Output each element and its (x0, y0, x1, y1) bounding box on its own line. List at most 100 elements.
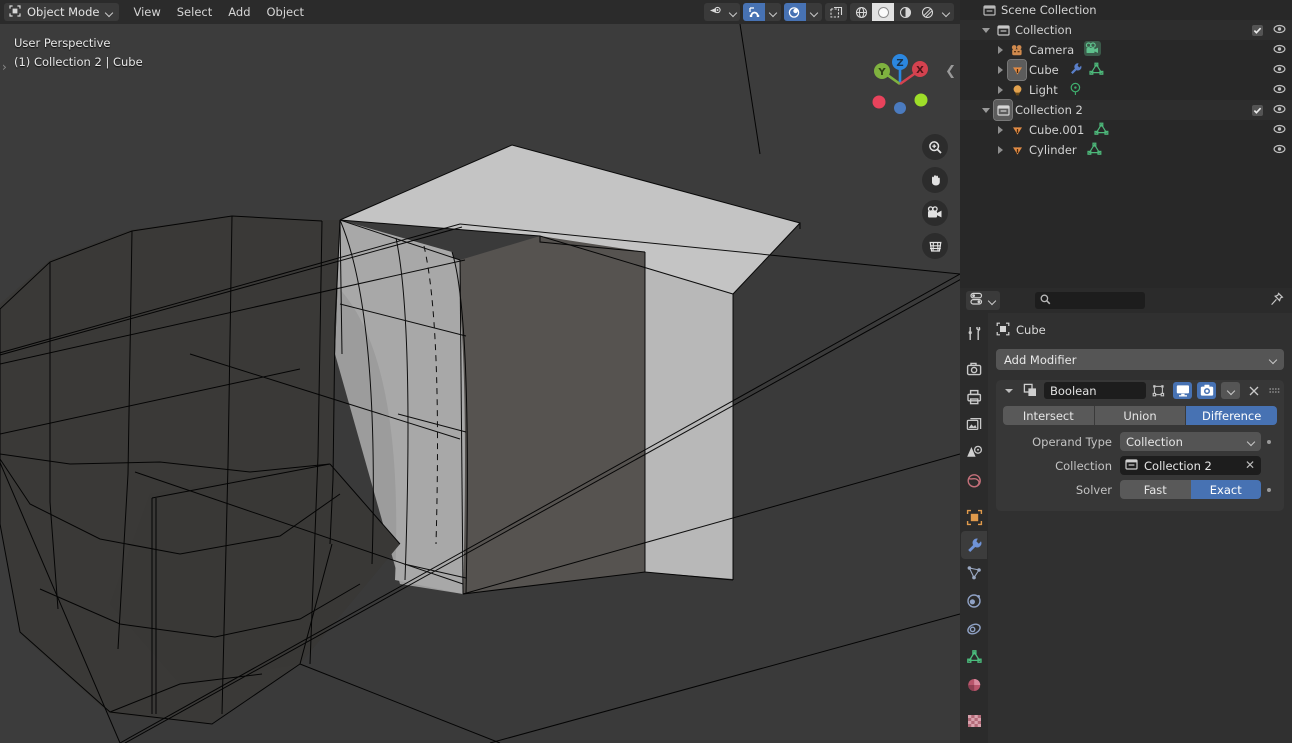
disclosure-triangle[interactable] (992, 120, 1008, 140)
proportional-editing-icon[interactable] (784, 3, 806, 21)
visibility-eye-icon[interactable] (1273, 83, 1286, 97)
material-tab[interactable] (961, 671, 987, 699)
gizmo-collapse-icon[interactable]: ❮ (945, 64, 956, 79)
view-layer-tab[interactable] (961, 411, 987, 439)
proportional-edit-group[interactable] (784, 3, 822, 21)
animate-property-dot[interactable] (1261, 439, 1277, 444)
collection-label: Collection (1055, 458, 1112, 473)
disclosure-triangle[interactable] (978, 20, 994, 40)
camera-data-icon[interactable] (1084, 41, 1102, 59)
pan-hand-icon[interactable] (922, 167, 948, 193)
animate-property-dot[interactable] (1261, 487, 1277, 492)
world-tab[interactable] (961, 467, 987, 495)
extras-dropdown-button[interactable] (1221, 382, 1240, 399)
data-tab[interactable] (961, 643, 987, 671)
scene-tab[interactable] (961, 439, 987, 467)
chevron-down-icon (810, 8, 818, 16)
visibility-group[interactable] (704, 3, 740, 21)
collection-enable-checkbox[interactable] (1252, 104, 1263, 116)
camera-icon[interactable] (1197, 382, 1216, 399)
outliner-row-collection-2[interactable]: Collection 2 (960, 99, 1292, 121)
outliner-row-scene-collection[interactable]: Scene Collection (960, 0, 1292, 20)
editor-type-selector[interactable] (966, 291, 1000, 310)
camera-view-icon[interactable] (922, 200, 948, 226)
visibility-eye-icon[interactable] (1273, 123, 1286, 137)
collection-id-field[interactable]: Collection 2 ✕ (1120, 456, 1261, 475)
toggle-ortho-grid-icon[interactable] (922, 233, 948, 259)
edit-mode-icon[interactable] (1151, 382, 1168, 399)
visibility-dropdown[interactable] (726, 3, 740, 21)
output-tab[interactable] (961, 383, 987, 411)
snapping-dropdown[interactable] (765, 3, 781, 21)
disclosure-triangle[interactable] (992, 40, 1008, 60)
light-data-icon[interactable] (1068, 82, 1083, 99)
outliner-row-camera[interactable]: Camera (960, 40, 1292, 60)
outliner-row-cube-001[interactable]: Cube.001 (960, 120, 1292, 140)
pin-icon[interactable] (1269, 291, 1286, 310)
modifier-tab[interactable] (961, 531, 987, 559)
solver-fast-button[interactable]: Fast (1120, 480, 1191, 499)
xray-toggle-icon[interactable] (825, 3, 847, 21)
visibility-eye-icon[interactable] (1273, 43, 1286, 57)
constraints-tab[interactable] (961, 615, 987, 643)
navigation-gizmo[interactable]: Z Y X (862, 40, 938, 116)
menu-select[interactable]: Select (170, 3, 219, 21)
drag-dots-icon[interactable] (1267, 382, 1281, 399)
boolean-modifier-icon (1022, 382, 1039, 399)
modifier-name-field[interactable]: Boolean (1044, 382, 1146, 399)
outliner-row-light[interactable]: Light (960, 80, 1292, 100)
clear-collection-button[interactable]: ✕ (1245, 458, 1255, 472)
solver-exact-button[interactable]: Exact (1190, 480, 1261, 499)
disclosure-triangle[interactable] (992, 140, 1008, 160)
visibility-eye-icon[interactable] (1273, 103, 1286, 117)
snapping-group[interactable] (743, 3, 781, 21)
outliner-editor[interactable]: Scene Collection Collection Camera Cube … (960, 0, 1292, 288)
disclosure-triangle[interactable] (992, 60, 1008, 80)
zoom-icon[interactable] (922, 134, 948, 160)
shading-wireframe-icon[interactable] (850, 3, 872, 21)
menu-view[interactable]: View (126, 3, 167, 21)
monitor-icon[interactable] (1173, 382, 1192, 399)
panel-expand-triangle-icon[interactable] (1000, 382, 1017, 399)
collection-enable-checkbox[interactable] (1252, 24, 1263, 36)
viewport-sidebar-toggle[interactable]: › (2, 60, 7, 74)
shading-mode-group[interactable] (850, 3, 954, 21)
operation-difference-button[interactable]: Difference (1186, 406, 1277, 425)
outliner-row-cube[interactable]: Cube (960, 59, 1292, 81)
search-input[interactable] (1035, 292, 1145, 309)
visibility-eye-icon[interactable] (1273, 63, 1286, 77)
render-tab[interactable] (961, 355, 987, 383)
operation-intersect-button[interactable]: Intersect (1003, 406, 1095, 425)
outliner-row-cylinder[interactable]: Cylinder (960, 140, 1292, 160)
modifier-wrench-icon[interactable] (1069, 62, 1083, 79)
shading-rendered-icon[interactable] (916, 3, 938, 21)
add-modifier-button[interactable]: Add Modifier (996, 349, 1284, 370)
snap-magnet-icon[interactable] (743, 3, 765, 21)
object-mode-selector[interactable]: Object Mode (4, 3, 120, 21)
menu-add[interactable]: Add (221, 3, 257, 21)
visibility-eye-icon[interactable] (1273, 23, 1286, 37)
physics-tab[interactable] (961, 587, 987, 615)
disclosure-triangle[interactable] (978, 100, 994, 120)
texture-tab[interactable] (961, 707, 987, 735)
3d-viewport[interactable]: › User Perspective (1) Collection 2 | Cu… (0, 24, 960, 743)
menu-object[interactable]: Object (260, 3, 311, 21)
tool-tab[interactable] (961, 319, 987, 347)
operation-union-button[interactable]: Union (1094, 406, 1187, 425)
object-tab[interactable] (961, 503, 987, 531)
disclosure-triangle[interactable] (992, 80, 1008, 100)
properties-editor[interactable]: Cube Add Modifier Boolean Intersect Unio… (960, 288, 1292, 743)
mesh-data-icon[interactable] (1089, 62, 1104, 79)
delete-modifier-button[interactable] (1245, 382, 1262, 399)
shading-dropdown[interactable] (938, 3, 954, 21)
proportional-dropdown[interactable] (806, 3, 822, 21)
visibility-icon[interactable] (704, 3, 726, 21)
visibility-eye-icon[interactable] (1273, 143, 1286, 157)
shading-solid-icon[interactable] (872, 3, 894, 21)
shading-material-icon[interactable] (894, 3, 916, 21)
particles-tab[interactable] (961, 559, 987, 587)
operand-type-dropdown[interactable]: Collection (1120, 432, 1261, 451)
outliner-row-collection[interactable]: Collection (960, 20, 1292, 40)
mesh-data-icon[interactable] (1094, 122, 1109, 139)
mesh-data-icon[interactable] (1087, 142, 1102, 159)
